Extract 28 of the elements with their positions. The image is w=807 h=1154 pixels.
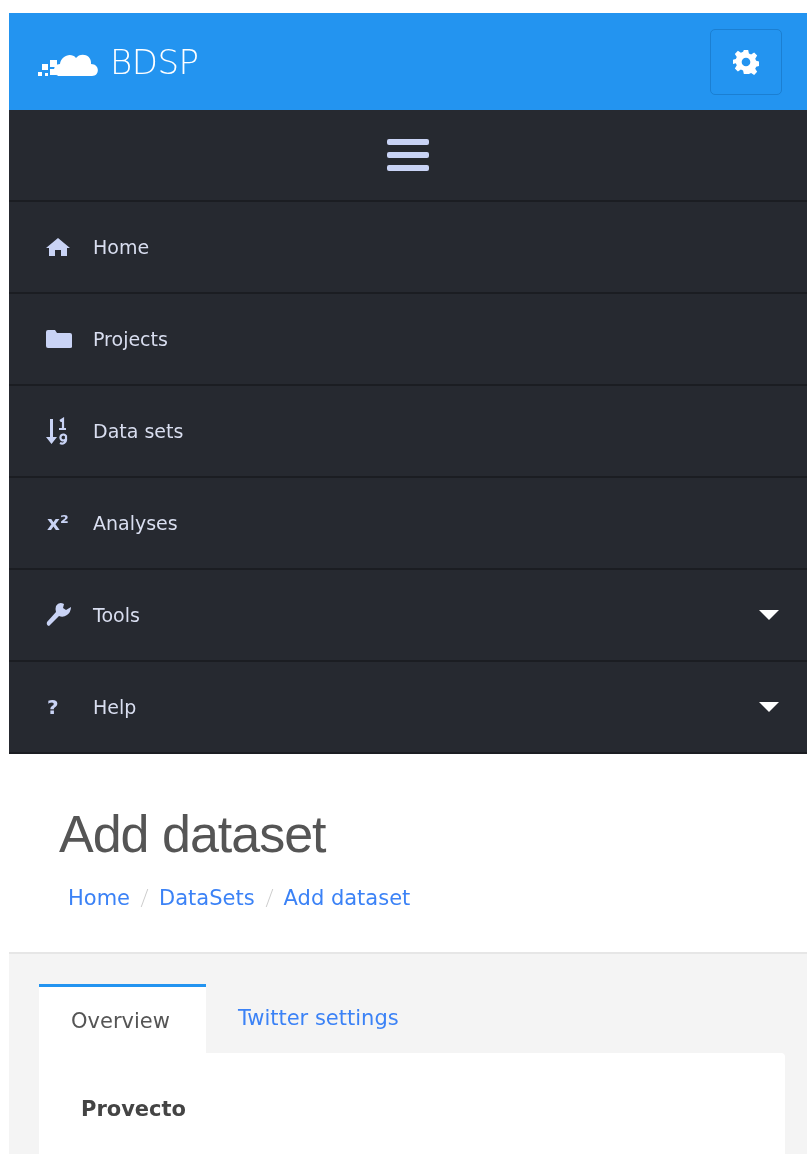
breadcrumb-link[interactable]: Add dataset <box>283 886 411 910</box>
breadcrumb-link[interactable]: DataSets <box>159 886 255 910</box>
menu-item-label: Home <box>93 236 150 258</box>
menu-item-label: Data sets <box>93 420 184 442</box>
menu-item-label: Projects <box>93 328 168 350</box>
menu-item[interactable]: Data sets <box>9 386 807 478</box>
menu-item-label: Analyses <box>93 512 178 534</box>
menu-item[interactable]: Tools <box>9 570 807 662</box>
page-title: Add dataset <box>59 804 327 864</box>
breadcrumb-link[interactable]: Home <box>68 886 130 910</box>
folder-icon <box>45 329 73 349</box>
field-label: Provecto <box>81 1097 187 1121</box>
home-icon <box>45 237 71 257</box>
menu-item[interactable]: x² Analyses <box>9 478 807 570</box>
tab[interactable]: Overview <box>39 984 206 1053</box>
menu-item[interactable]: Projects <box>9 294 807 386</box>
menu-glyph: ? <box>46 695 59 719</box>
menu-item[interactable]: ? Help <box>9 662 807 754</box>
caret-icon <box>759 702 779 712</box>
wrench-icon <box>45 601 73 629</box>
menu-item[interactable]: Home <box>9 202 807 294</box>
menu-item-label: Help <box>93 696 137 718</box>
menu-icon <box>387 137 429 173</box>
menu-glyph: x² <box>46 511 69 535</box>
settings-button[interactable] <box>710 28 782 95</box>
settings-icon <box>733 48 759 75</box>
caret-icon <box>759 610 779 620</box>
menu-item-label: Tools <box>93 604 140 626</box>
